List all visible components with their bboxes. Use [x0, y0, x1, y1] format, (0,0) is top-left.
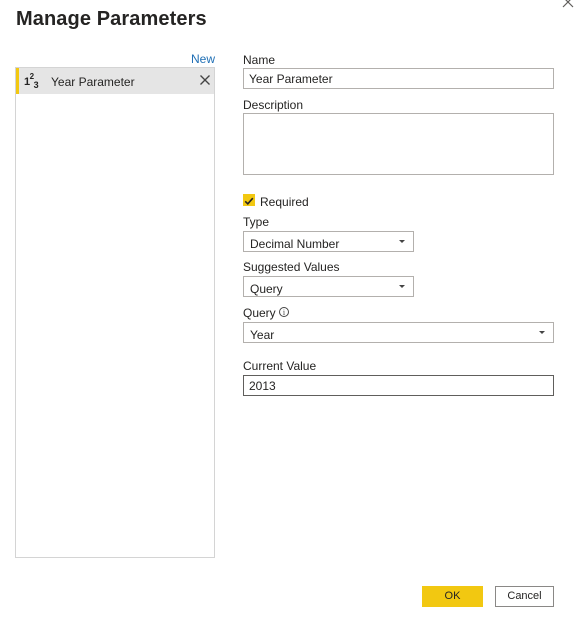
query-label: Query: [243, 306, 276, 320]
suggested-values-dropdown-value: Query: [250, 282, 283, 296]
chevron-down-icon: [539, 331, 545, 334]
close-dialog-icon[interactable]: [560, 0, 576, 10]
suggested-values-label: Suggested Values: [243, 260, 340, 274]
query-dropdown[interactable]: Year: [243, 322, 554, 343]
parameter-list-item[interactable]: 123 Year Parameter: [16, 68, 214, 94]
chevron-down-icon: [399, 285, 405, 288]
parameter-list: 123 Year Parameter: [15, 67, 215, 558]
type-dropdown[interactable]: Decimal Number: [243, 231, 414, 252]
query-dropdown-value: Year: [250, 328, 275, 342]
current-value-input[interactable]: [243, 375, 554, 396]
type-dropdown-value: Decimal Number: [250, 237, 340, 251]
parameter-item-label: Year Parameter: [51, 75, 135, 89]
description-label: Description: [243, 98, 304, 112]
required-label: Required: [260, 195, 309, 209]
number-type-icon: 123: [24, 72, 39, 90]
suggested-values-dropdown[interactable]: Query: [243, 276, 414, 297]
type-label: Type: [243, 215, 270, 229]
name-input[interactable]: [243, 68, 554, 89]
new-parameter-link[interactable]: New: [191, 52, 215, 66]
required-checkbox[interactable]: [243, 194, 255, 206]
dialog-title: Manage Parameters: [16, 8, 207, 30]
current-value-label: Current Value: [243, 359, 317, 373]
cancel-button[interactable]: Cancel: [495, 586, 554, 607]
remove-parameter-icon[interactable]: [199, 74, 211, 86]
description-input[interactable]: [243, 113, 554, 175]
info-icon[interactable]: i: [279, 307, 289, 317]
chevron-down-icon: [399, 240, 405, 243]
checkmark-icon: [244, 197, 254, 205]
name-label: Name: [243, 53, 276, 67]
ok-button[interactable]: OK: [422, 586, 483, 607]
